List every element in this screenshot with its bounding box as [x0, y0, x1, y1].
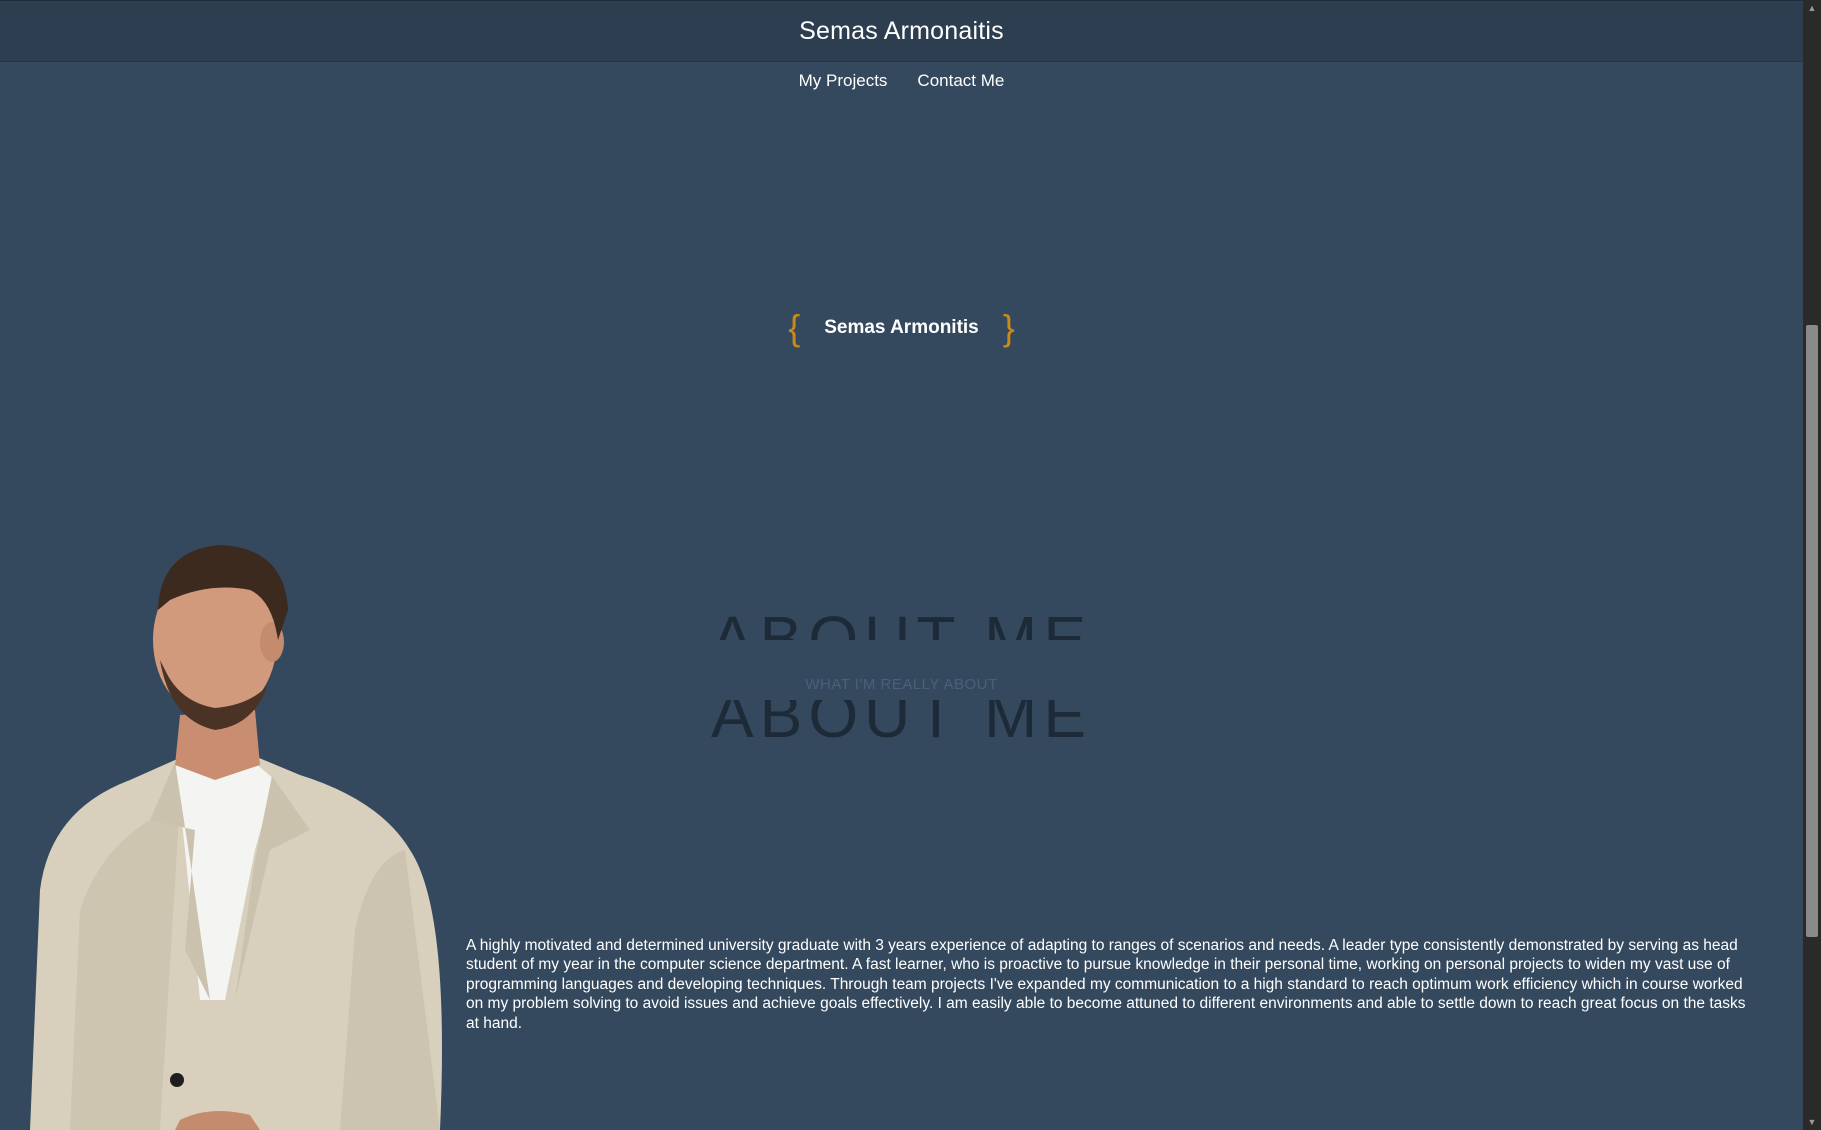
vertical-scrollbar[interactable]: ▲ ▼ [1803, 0, 1821, 1130]
open-brace-icon: { [788, 307, 801, 348]
hero-name: { Semas Armonitis } [0, 310, 1803, 346]
site-title[interactable]: Semas Armonaitis [799, 17, 1004, 46]
nav-link-my-projects[interactable]: My Projects [799, 66, 888, 96]
scroll-down-icon[interactable]: ▼ [1803, 1114, 1821, 1130]
about-heading-top-text: ABOUT ME [710, 603, 1093, 640]
close-brace-icon: } [1002, 307, 1015, 348]
about-bio-text: A highly motivated and determined univer… [466, 936, 1746, 1032]
profile-portrait [30, 545, 442, 1130]
scrollbar-thumb[interactable] [1806, 325, 1818, 937]
about-heading-bottom-text: ABOUT ME [710, 700, 1093, 742]
scroll-up-icon[interactable]: ▲ [1803, 0, 1821, 16]
page: Semas Armonaitis My Projects Contact Me … [0, 0, 1821, 1130]
site-header: Semas Armonaitis [0, 0, 1803, 61]
hero-name-text: Semas Armonitis [824, 317, 979, 338]
main-nav: My Projects Contact Me [0, 66, 1803, 96]
nav-link-contact-me[interactable]: Contact Me [917, 66, 1004, 96]
